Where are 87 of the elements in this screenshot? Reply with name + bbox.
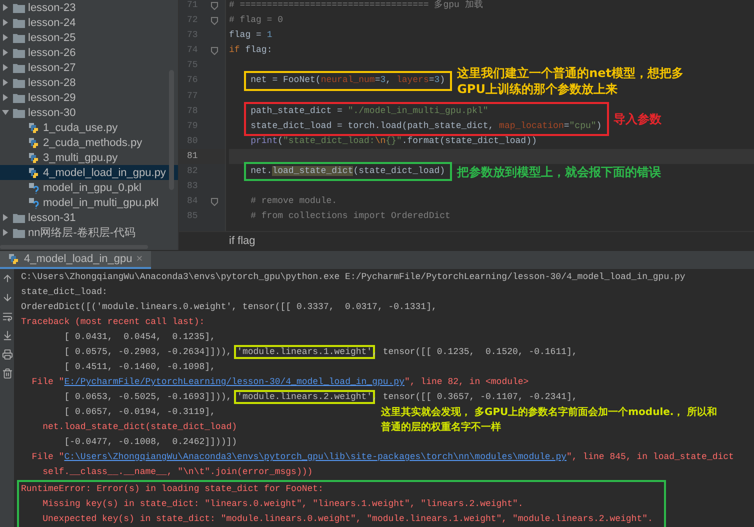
up-arrow-icon[interactable] xyxy=(2,273,12,284)
tree-item[interactable]: lesson-30 xyxy=(0,105,178,120)
wrap-icon[interactable] xyxy=(2,311,12,322)
tree-item[interactable]: lesson-28 xyxy=(0,75,178,90)
folder-icon xyxy=(13,18,25,28)
console-line: [ 0.0431, 0.0454, 0.1235], xyxy=(63,332,216,342)
tree-item[interactable]: lesson-26 xyxy=(0,45,178,60)
console-line: File "E:/PycharmFile/PytorchLearning/lesson-30/4_model_load_in_gpu.py", line 82, in <module> xyxy=(30,377,529,387)
scroll-to-end-icon[interactable] xyxy=(2,330,12,341)
folder-icon xyxy=(13,212,25,222)
tree-item[interactable]: lesson-23 xyxy=(0,0,178,15)
tree-item[interactable]: 1_cuda_use.py xyxy=(0,120,178,135)
unknown-file-icon xyxy=(28,196,40,208)
folder-icon xyxy=(13,62,25,72)
console-line: self.__class__.__name__, "\n\t".join(error_msgs))) xyxy=(42,467,313,477)
fold-icon[interactable] xyxy=(211,46,218,55)
tree-item[interactable]: model_in_gpu_0.pkl xyxy=(0,180,178,195)
file-link[interactable]: E:/PycharmFile/PytorchLearning/lesson-30/4_model_load_in_gpu.py xyxy=(64,377,404,387)
folder-icon xyxy=(13,32,25,42)
python-file-icon xyxy=(28,122,40,134)
code-line: flag = 1 xyxy=(229,29,274,42)
tree-item[interactable]: lesson-25 xyxy=(0,30,178,45)
console-line: Traceback (most recent call last): xyxy=(21,317,205,327)
console-line: OrderedDict([('module.linears.0.weight', tensor([[ 0.3337, 0.0317, -0.1331], xyxy=(21,302,437,312)
fold-icon[interactable] xyxy=(211,198,218,206)
run-tab[interactable]: 4_model_load_in_gpu × xyxy=(0,251,151,269)
code-line: # flag = 0 xyxy=(229,14,284,28)
folder-icon xyxy=(13,48,25,58)
console-line: File "C:\Users\ZhongqiangWu\Anaconda3\envs\pytorch_gpu\lib\site-packages\torch\nn\modules\module.py", line 845, in load_state_dict xyxy=(30,452,734,462)
console-line: [-0.0477, -0.1008, 0.2462]]))]) xyxy=(63,437,238,447)
unknown-file-icon xyxy=(28,182,40,194)
folder-icon xyxy=(13,228,25,238)
expand-arrow-icon[interactable] xyxy=(1,33,10,42)
console-line: Unexpected key(s) in state_dict: "module.linears.0.weight", "module.linears.1.weight", "module.linears.2.weight". xyxy=(42,514,654,524)
scrollbar[interactable] xyxy=(169,70,174,190)
tree-item[interactable]: nn网络层-卷积层-代码 xyxy=(0,225,178,240)
code-line: if flag: xyxy=(229,44,274,58)
code-line: # remove module. xyxy=(250,195,338,208)
expand-arrow-icon[interactable] xyxy=(1,63,10,72)
console-line: C:\Users\ZhongqiangWu\Anaconda3\envs\pytorch_gpu\python.exe E:/PycharmFile/PytorchLearning/lesson-30/4_model_load_in_gpu.py xyxy=(21,272,686,282)
expand-arrow-icon[interactable] xyxy=(1,78,10,87)
expand-arrow-icon[interactable] xyxy=(1,213,10,222)
code-line: state_dict_load = torch.load(path_state_dict, map_location="cpu") xyxy=(250,120,602,133)
console-line: state_dict_load: xyxy=(21,287,108,297)
expand-arrow-icon[interactable] xyxy=(1,48,10,57)
expand-arrow-icon[interactable] xyxy=(1,93,10,102)
code-line: path_state_dict = "./model_in_multi_gpu.pkl" xyxy=(250,104,490,118)
annotation-note: 这里其实就会发现， 多GPU上的参数名字前面会加一个module.， 所以和普通的层的权重名字不一样 xyxy=(381,405,718,435)
code-line: # from collections import OrderedDict xyxy=(250,210,452,224)
folder-icon xyxy=(13,92,25,102)
down-arrow-icon[interactable] xyxy=(2,292,12,303)
expand-arrow-icon[interactable] xyxy=(1,108,10,117)
expand-arrow-icon[interactable] xyxy=(1,228,10,237)
code-line: net = FooNet(neural_num=3, layers=3) xyxy=(250,74,446,88)
console-line: [ 0.4511, -0.1460, -0.1098], xyxy=(63,362,216,372)
console-line: [ 0.0657, -0.0194, -0.3119], xyxy=(63,407,216,417)
console-line: RuntimeError: Error(s) in loading state_dict for FooNet: xyxy=(21,484,324,494)
tree-item[interactable]: model_in_multi_gpu.pkl xyxy=(0,195,178,210)
breadcrumb[interactable]: if flag xyxy=(229,235,256,247)
console-line: Missing key(s) in state_dict: "linears.0.weight", "linears.1.weight", "linears.2.weight". xyxy=(42,499,524,509)
tree-item[interactable]: lesson-29 xyxy=(0,90,178,105)
code-line: net.load_state_dict(state_dict_load) xyxy=(250,165,446,178)
python-file-icon xyxy=(28,136,40,148)
folder-icon xyxy=(13,78,25,88)
code-line: print("state_dict_load:\n{}".format(state_dict_load)) xyxy=(250,134,538,148)
tree-item[interactable]: 2_cuda_methods.py xyxy=(0,135,178,150)
python-file-icon xyxy=(28,152,40,164)
file-link[interactable]: C:\Users\ZhongqiangWu\Anaconda3\envs\pytorch_gpu\lib\site-packages\torch\nn\modules\module.py xyxy=(64,452,567,462)
console-line: net.load_state_dict(state_dict_load) xyxy=(42,422,238,432)
console-line: [ 0.0653, -0.5025, -0.1693]])), 'module.linears.2.weight', tensor([[ 0.3657, -0.1107, -0.2341], xyxy=(63,392,578,402)
annotation-note: 导入参数 xyxy=(614,110,663,127)
tree-item[interactable]: 4_model_load_in_gpu.py xyxy=(0,165,178,180)
annotation-note: 这里我们建立一个普通的net模型，想把多GPU上训练的那个参数放上来 xyxy=(457,65,684,98)
tree-item[interactable]: lesson-24 xyxy=(0,15,178,30)
folder-icon xyxy=(13,2,25,12)
trash-icon[interactable] xyxy=(2,368,12,379)
python-file-icon xyxy=(28,166,40,178)
expand-arrow-icon[interactable] xyxy=(1,18,10,27)
tree-item[interactable]: lesson-31 xyxy=(0,210,178,225)
folder-icon xyxy=(13,108,25,118)
console-line: [ 0.0575, -0.2903, -0.2634]])), 'module.linears.1.weight', tensor([[ 0.1235, 0.1520, -0.1611], xyxy=(63,347,578,357)
annotation-note: 把参数放到模型上，就会报下面的错误 xyxy=(457,164,662,180)
python-file-icon xyxy=(8,253,20,265)
tree-item[interactable]: 3_multi_gpu.py xyxy=(0,150,178,165)
expand-arrow-icon[interactable] xyxy=(1,3,10,12)
printer-icon[interactable] xyxy=(2,349,12,360)
tree-item[interactable]: lesson-27 xyxy=(0,60,178,75)
